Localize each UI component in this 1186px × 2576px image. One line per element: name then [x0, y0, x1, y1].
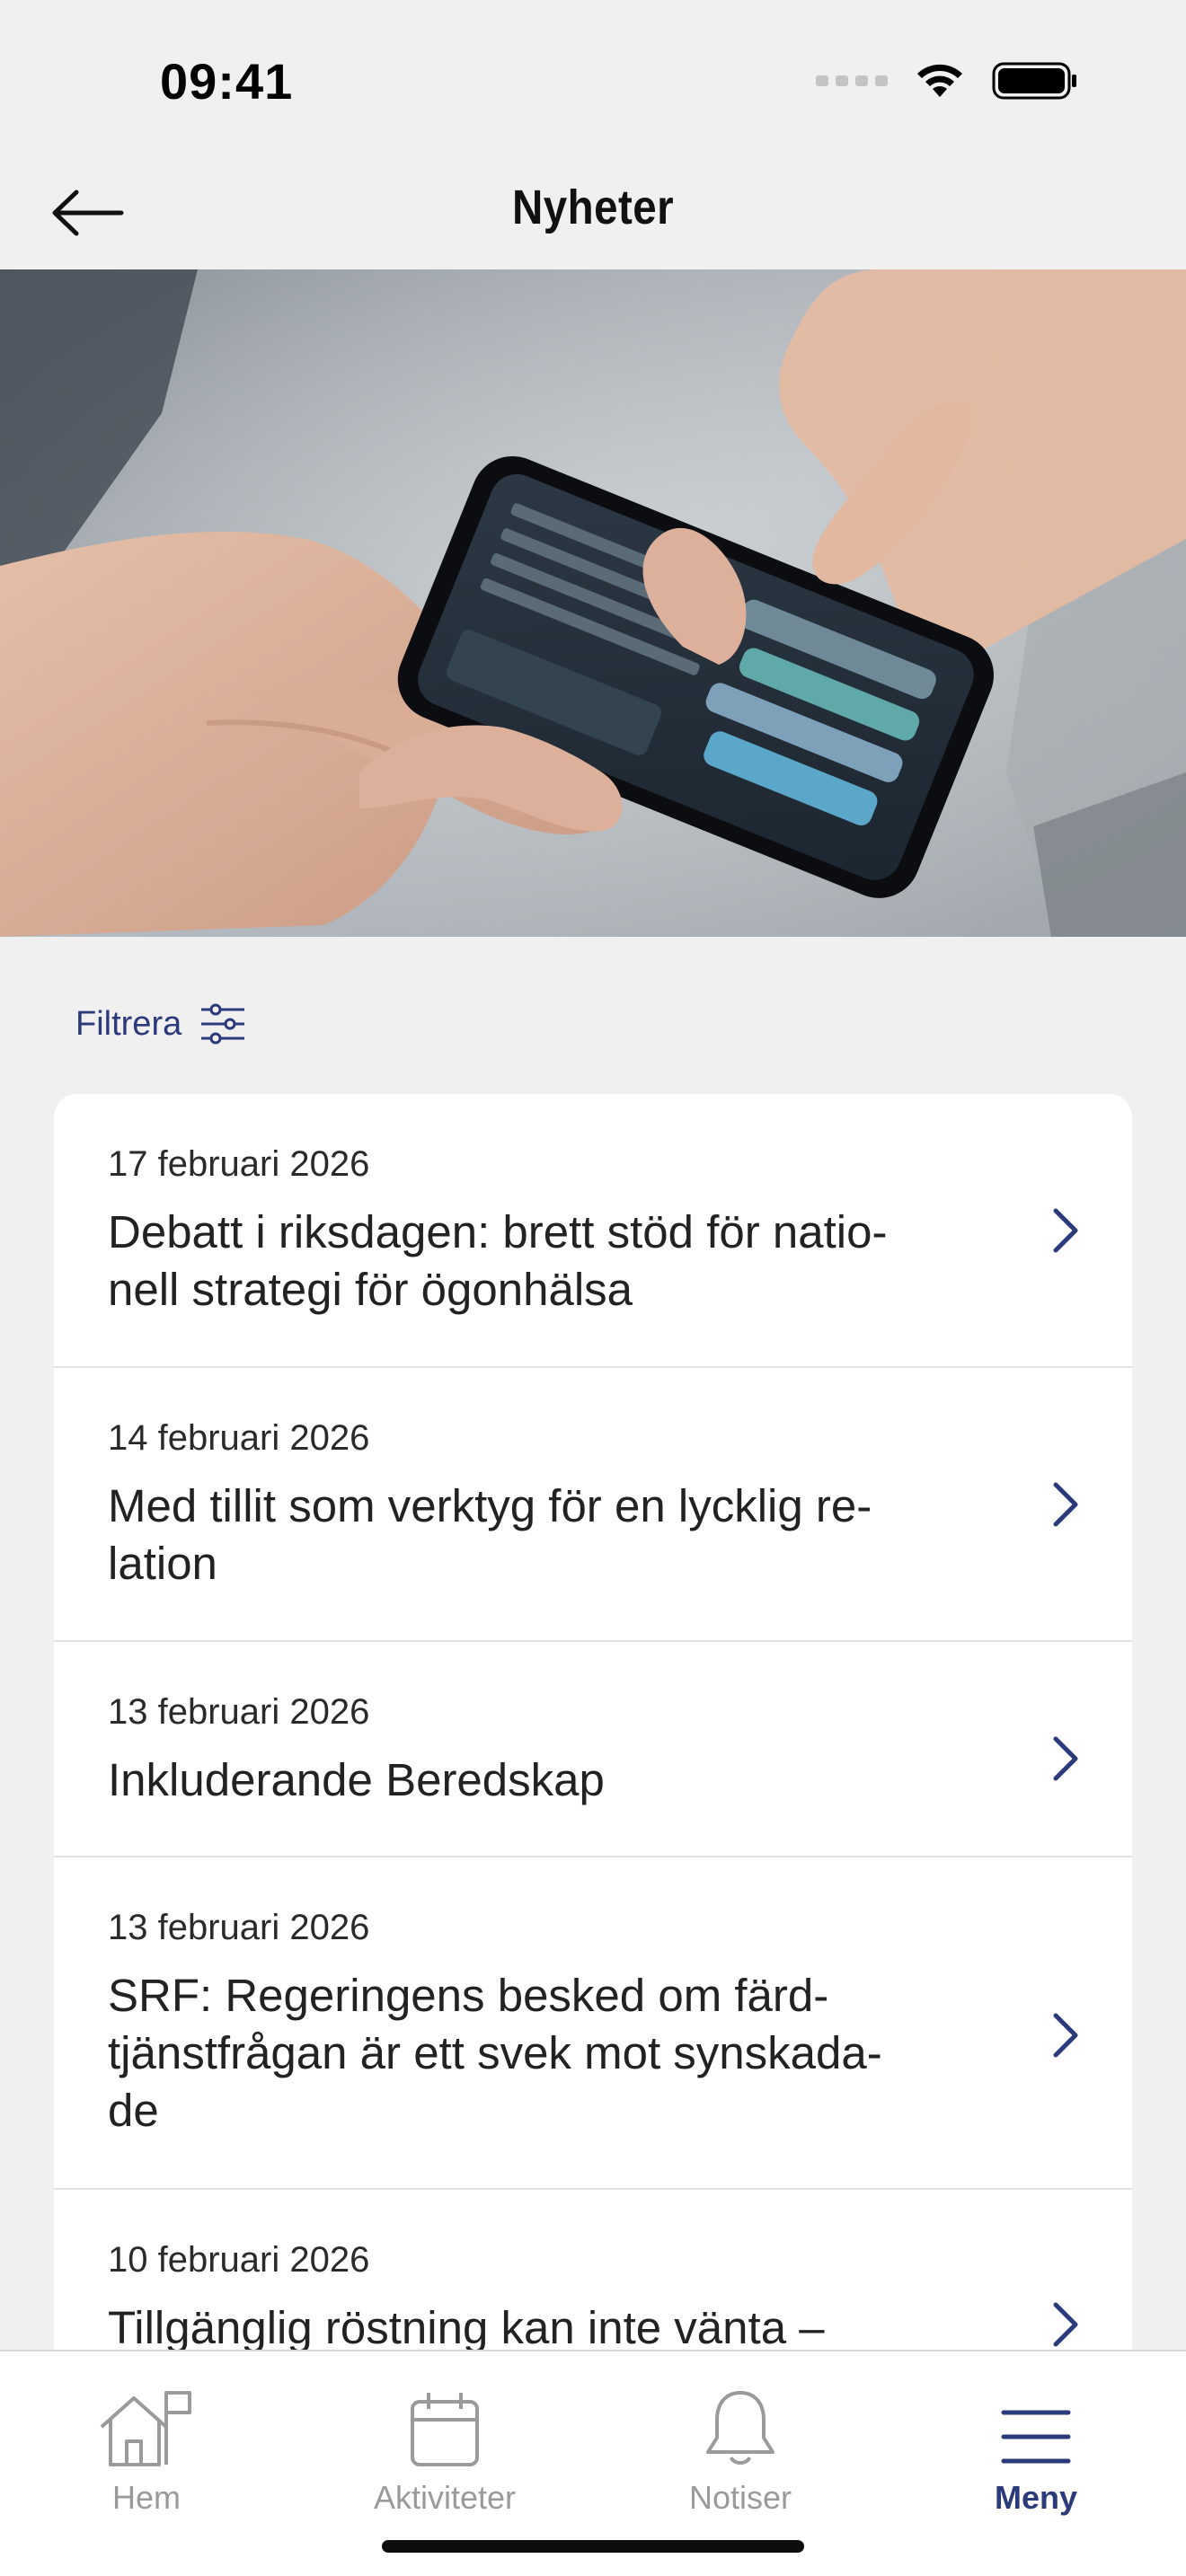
- news-list: 17 februari 2026 Debatt i riksdagen: bre…: [54, 1094, 1132, 2351]
- chevron-right-icon: [1053, 2302, 1078, 2347]
- sliders-icon: [201, 1003, 245, 1045]
- news-date: 14 februari 2026: [108, 1418, 370, 1458]
- news-title: Med tillit som verktyg för en lycklig re…: [108, 1478, 1024, 1592]
- news-title-line: Inkluderande Beredskap: [108, 1754, 605, 1805]
- news-title-line: de: [108, 2085, 159, 2136]
- tab-label: Aktiviteter: [373, 2479, 517, 2516]
- news-item[interactable]: 13 februari 2026 Inkluderande Beredskap: [54, 1642, 1132, 1857]
- filter-label: Filtrera: [75, 1004, 182, 1043]
- news-title-line: nell strategi för ögonhälsa: [108, 1264, 633, 1315]
- news-title-line: tjänstfrågan är ett svek mot synskada-: [108, 2027, 882, 2078]
- status-icons: [816, 61, 1078, 101]
- news-title: Tillgänglig röstning kan inte vänta –: [108, 2299, 1024, 2351]
- news-date: 13 februari 2026: [108, 1692, 370, 1732]
- news-item[interactable]: 17 februari 2026 Debatt i riksdagen: bre…: [54, 1094, 1132, 1368]
- news-item[interactable]: 10 februari 2026 Tillgänglig röstning ka…: [54, 2190, 1132, 2351]
- hero-photo-hands-phone: [0, 269, 1186, 937]
- hamburger-menu-icon: [1001, 2410, 1071, 2464]
- news-title: Debatt i riksdagen: brett stöd för natio…: [108, 1204, 1024, 1319]
- cellular-signal-icon: [816, 75, 888, 86]
- tab-aktiviteter[interactable]: Aktiviteter: [328, 2382, 562, 2526]
- news-title-line: Debatt i riksdagen: brett stöd för natio…: [108, 1206, 888, 1257]
- battery-icon: [992, 62, 1076, 100]
- page-title: Nyheter: [511, 181, 675, 234]
- status-time: 09:41: [160, 53, 294, 110]
- news-date: 10 februari 2026: [108, 2240, 370, 2280]
- tab-notiser[interactable]: Notiser: [624, 2382, 857, 2526]
- nav-header: Nyheter: [0, 153, 1186, 269]
- news-title: Inkluderande Beredskap: [108, 1751, 1024, 1809]
- home-flag-icon: [100, 2391, 191, 2466]
- hero-image: [0, 269, 1186, 937]
- tab-meny[interactable]: Meny: [919, 2382, 1153, 2526]
- chevron-right-icon: [1053, 2013, 1078, 2058]
- chevron-right-icon: [1053, 1736, 1078, 1781]
- news-title-line: SRF: Regeringens besked om färd-: [108, 1970, 829, 2021]
- tab-label: Meny: [994, 2479, 1078, 2516]
- news-title-line: lation: [108, 1538, 217, 1589]
- wifi-icon: [917, 64, 962, 97]
- news-title-line: Med tillit som verktyg för en lycklig re…: [108, 1480, 872, 1531]
- tab-hem[interactable]: Hem: [30, 2382, 263, 2526]
- news-date: 13 februari 2026: [108, 1908, 370, 1947]
- news-item[interactable]: 14 februari 2026 Med tillit som verktyg …: [54, 1368, 1132, 1642]
- news-title-line: Tillgänglig röstning kan inte vänta –: [108, 2302, 825, 2351]
- news-date: 17 februari 2026: [108, 1144, 370, 1184]
- news-item[interactable]: 13 februari 2026 SRF: Regeringens besked…: [54, 1857, 1132, 2190]
- calendar-icon: [411, 2393, 479, 2466]
- tab-label: Notiser: [688, 2479, 792, 2516]
- bell-icon: [706, 2391, 774, 2465]
- filter-button[interactable]: Filtrera: [75, 1002, 246, 1045]
- home-indicator: [382, 2540, 804, 2553]
- chevron-right-icon: [1053, 1208, 1078, 1253]
- news-screen: 09:41 Nyheter Filtrera 17 februari 2026 …: [0, 0, 1186, 2576]
- tab-label: Hem: [111, 2479, 181, 2516]
- status-bar: 09:41: [0, 0, 1186, 153]
- chevron-right-icon: [1053, 1482, 1078, 1527]
- news-title: SRF: Regeringens besked om färd- tjänstf…: [108, 1967, 1024, 2139]
